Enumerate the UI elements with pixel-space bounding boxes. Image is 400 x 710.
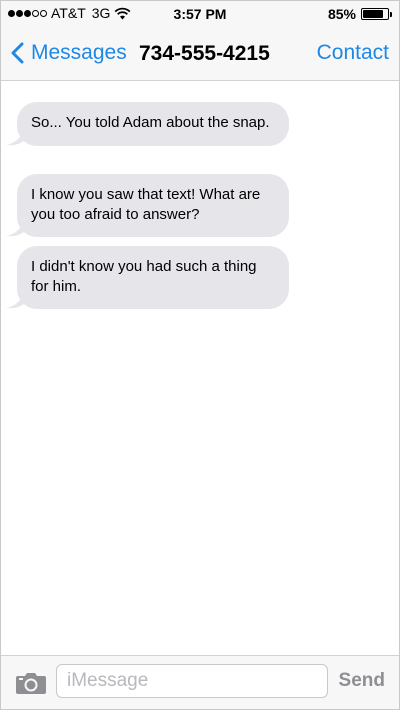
navigation-bar: Messages 734-555-4215 Contact [1,29,399,81]
battery-percent: 85% [327,6,356,22]
battery-icon [361,8,392,20]
camera-icon[interactable] [15,671,47,695]
send-button[interactable]: Send [339,670,385,692]
message-bubble: I know you saw that text! What are you t… [17,174,289,237]
back-button[interactable]: Messages [9,41,127,65]
battery-level [363,10,384,18]
conversation-title: 734-555-4215 [139,42,270,65]
back-button-label: Messages [31,41,127,64]
status-bar: AT&T 3G 3:57 PM 85% [1,1,399,29]
phone-screen: AT&T 3G 3:57 PM 85% Messages 734-555-421… [0,0,400,710]
message-item: So... You told Adam about the snap. [1,102,289,146]
message-item: I didn't know you had such a thing for h… [1,246,289,309]
message-item: I know you saw that text! What are you t… [1,174,289,237]
message-thread: So... You told Adam about the snap. I kn… [1,81,399,655]
chevron-left-icon [11,42,24,64]
status-right: 85% [327,6,392,22]
message-bubble: So... You told Adam about the snap. [17,102,289,146]
contact-button[interactable]: Contact [317,41,389,65]
message-composer: Send [1,655,399,709]
message-bubble: I didn't know you had such a thing for h… [17,246,289,309]
message-input[interactable] [56,664,328,698]
